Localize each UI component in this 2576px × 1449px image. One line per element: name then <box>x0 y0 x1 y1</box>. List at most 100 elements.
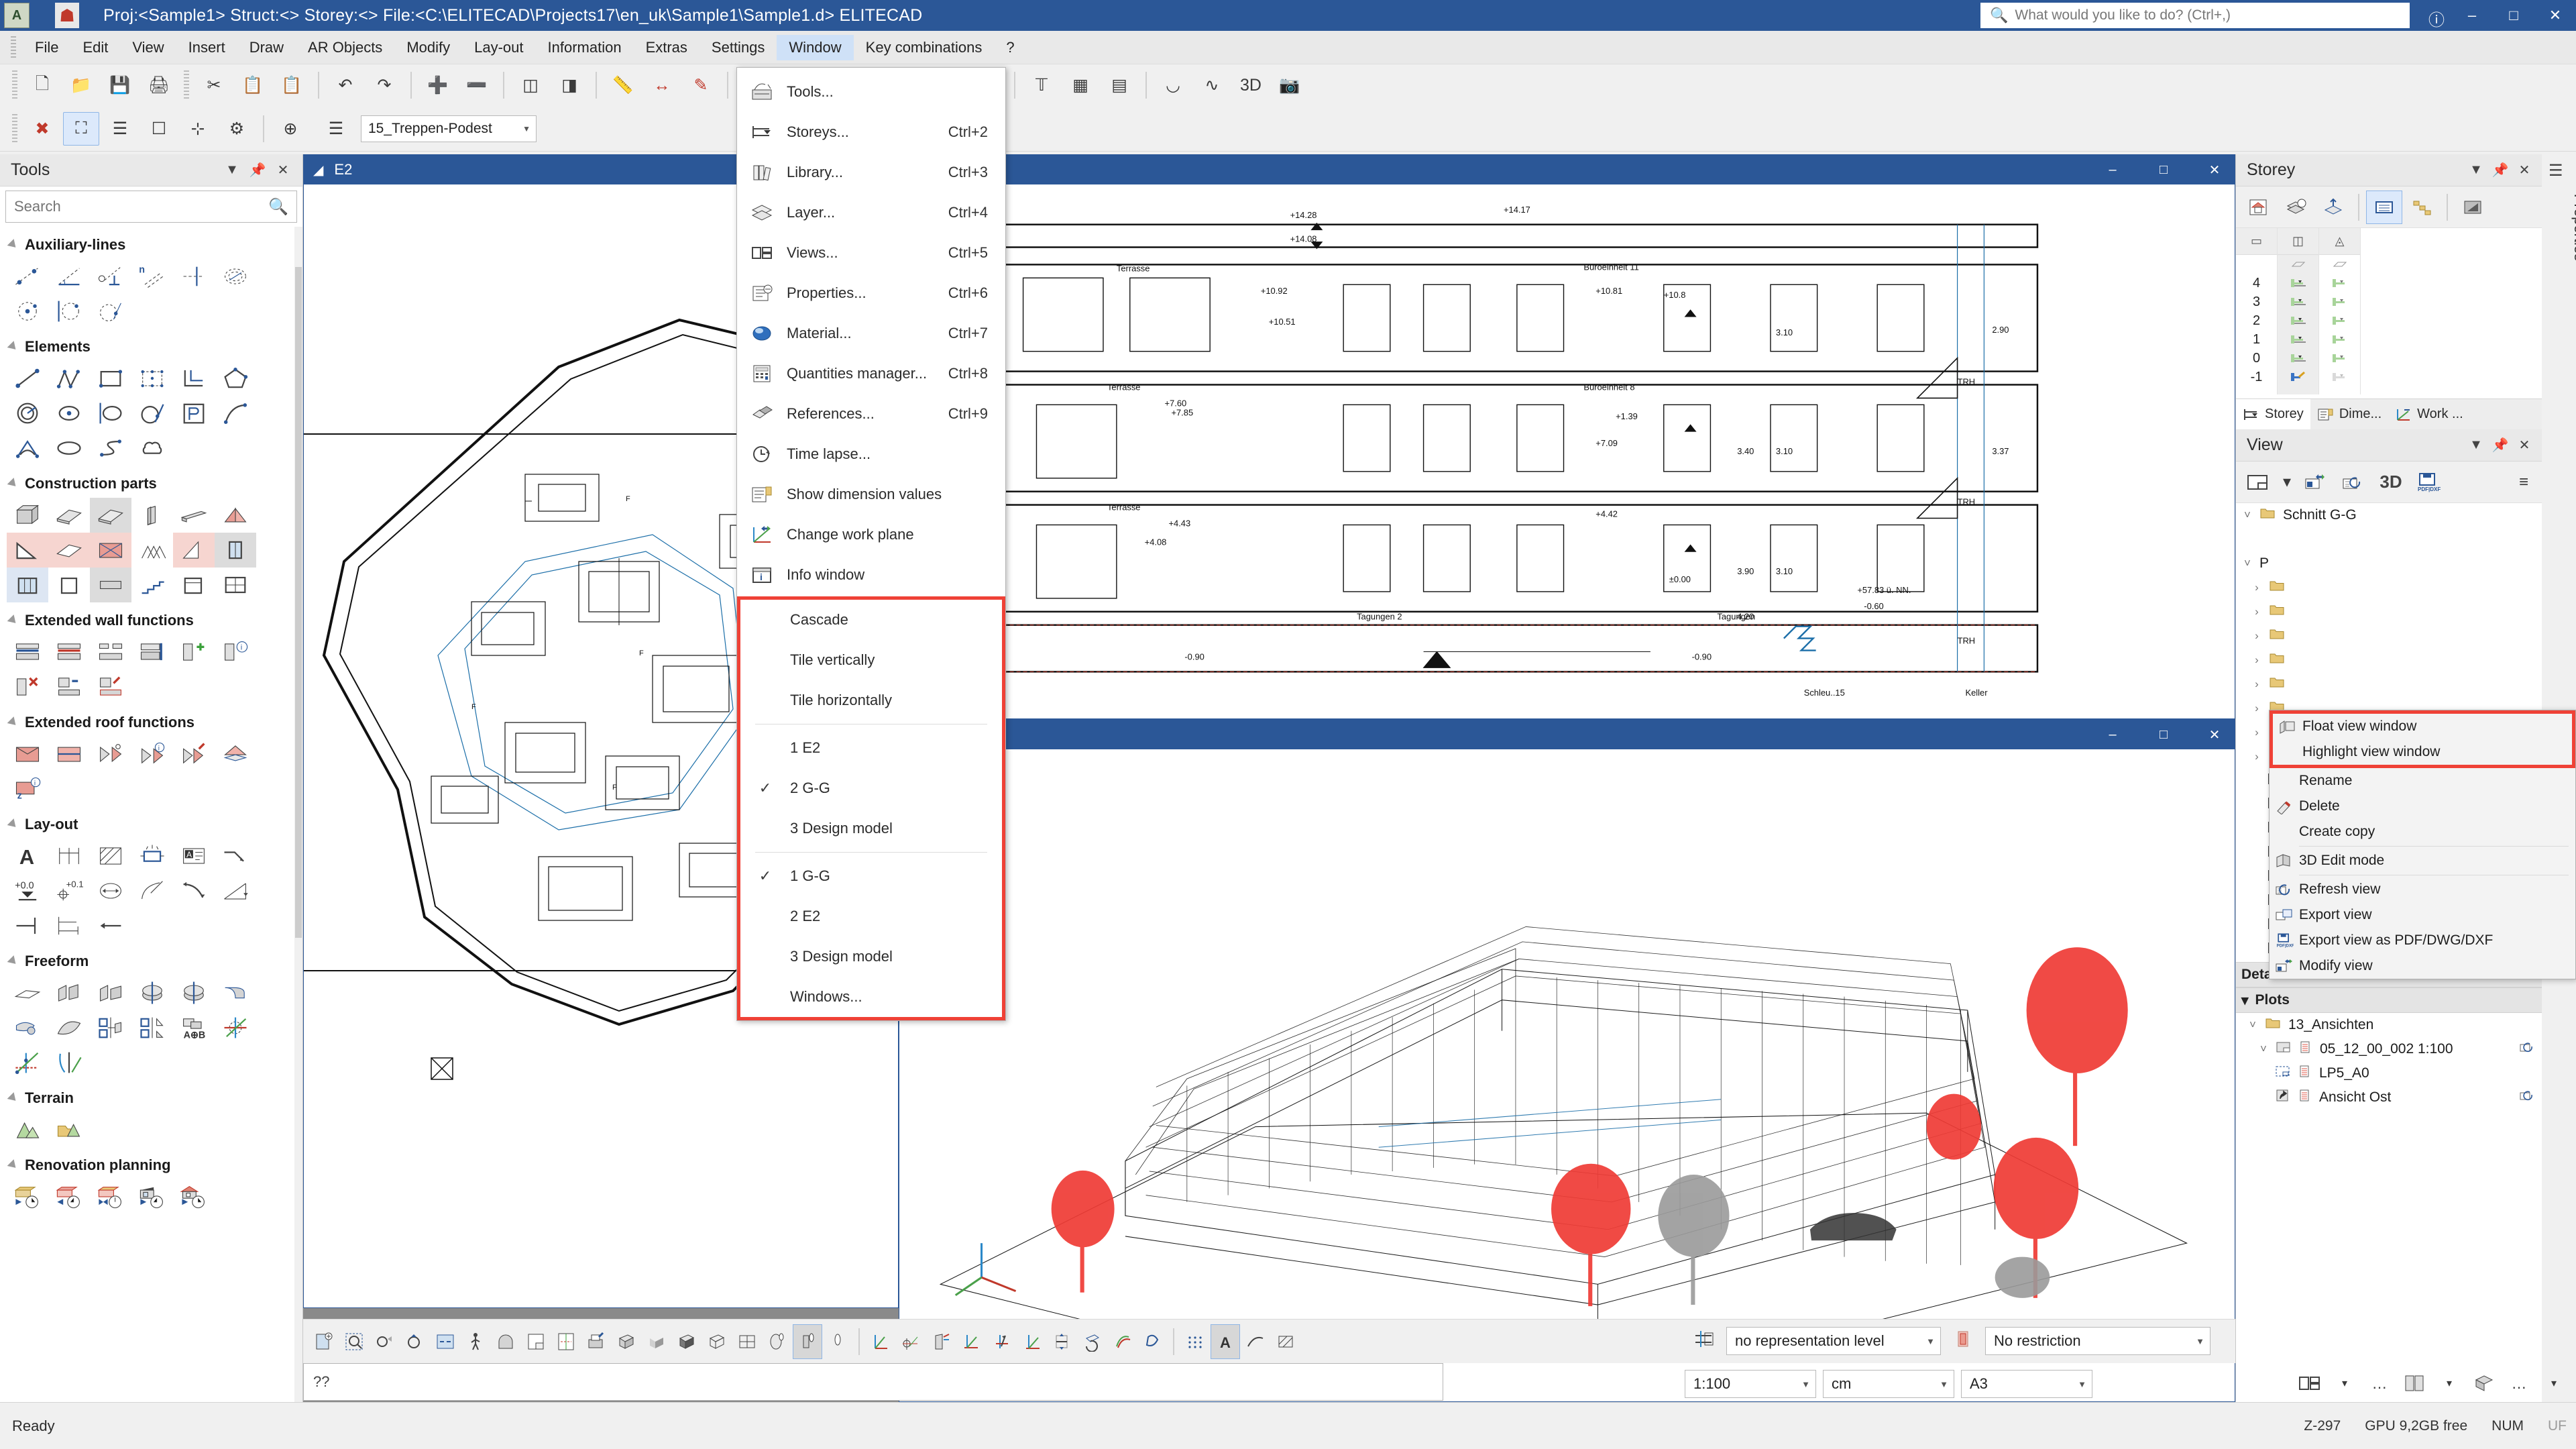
storey-row-label[interactable]: 4 <box>2236 274 2277 292</box>
context-item-modify-view[interactable]: Modify view <box>2270 953 2575 979</box>
text-tool-icon[interactable]: 𝕋 <box>1023 68 1060 102</box>
roof-edge-icon[interactable] <box>173 533 215 568</box>
restriction-select[interactable]: No restriction ▼ <box>1985 1327 2210 1355</box>
chevron-down-icon[interactable]: ˅ <box>2245 1018 2260 1032</box>
ordinate-dim-icon[interactable] <box>7 908 48 943</box>
view-dropdown-icon[interactable]: ▾ <box>2278 466 2296 499</box>
command-line[interactable]: ?? <box>303 1363 1443 1401</box>
leader-icon[interactable] <box>215 839 256 873</box>
zoom-fit-icon[interactable] <box>400 1324 430 1359</box>
menu-item-tools[interactable]: Tools... <box>737 72 1005 112</box>
chevron-right-icon[interactable]: › <box>2249 750 2264 763</box>
roof-slab-combo-icon[interactable] <box>215 737 256 771</box>
plots-node-13-ansichten[interactable]: ˅ 13_Ansichten <box>2236 1013 2542 1037</box>
more-options-icon[interactable]: … <box>2504 1368 2534 1399</box>
snap-icon[interactable]: ⊹ <box>180 112 216 146</box>
roof-edit-icon[interactable] <box>173 737 215 771</box>
slab-icon[interactable] <box>48 498 90 533</box>
shading-grid-icon[interactable] <box>732 1324 762 1359</box>
window-element-icon[interactable] <box>215 533 256 568</box>
menu-grip[interactable] <box>11 36 16 59</box>
zoom-all-icon[interactable] <box>310 1324 339 1359</box>
snap-grid-icon[interactable] <box>1180 1324 1210 1359</box>
select-tool-icon[interactable]: ⛶ <box>63 112 99 146</box>
storey-swap-icon[interactable] <box>2278 191 2314 224</box>
wall-info-icon[interactable]: i <box>215 635 256 669</box>
radius-icon[interactable] <box>131 873 173 908</box>
storey-marker[interactable] <box>2319 292 2360 311</box>
menu-item-material[interactable]: Material... Ctrl+7 <box>737 313 1005 354</box>
eraser-icon[interactable]: ✎ <box>683 68 719 102</box>
tab-dimension[interactable]: Dime... <box>2310 399 2388 430</box>
tree-node-child[interactable] <box>2236 527 2542 551</box>
concentric-circle-icon[interactable] <box>7 396 48 431</box>
spline-icon[interactable] <box>90 431 131 466</box>
axis-system-icon[interactable] <box>215 1010 256 1045</box>
print-preview-icon[interactable] <box>581 1324 611 1359</box>
renovation-demolish-icon[interactable] <box>48 1179 90 1214</box>
hatch-icon[interactable]: ▦ <box>1062 68 1099 102</box>
layers-stack-icon[interactable]: ☰ <box>102 112 138 146</box>
menu-item-window-2-gg[interactable]: ✓ 2 G-G <box>740 768 1002 808</box>
menu-item-view-2-e2[interactable]: 2 E2 <box>740 896 1002 936</box>
label-icon[interactable]: A <box>173 839 215 873</box>
wall-delete-icon[interactable] <box>7 669 48 704</box>
roof-cut-icon[interactable] <box>90 737 131 771</box>
curve-mode-icon[interactable] <box>1241 1324 1270 1359</box>
rectangle-select-icon[interactable]: ☐ <box>141 112 177 146</box>
loft-icon[interactable] <box>7 1010 48 1045</box>
storey-marker[interactable] <box>2278 274 2318 292</box>
storey-marker[interactable] <box>2278 311 2318 330</box>
menu-edit[interactable]: Edit <box>70 35 120 60</box>
pin-icon[interactable]: 📌 <box>2488 437 2512 453</box>
group-auxiliary-lines[interactable]: Auxiliary-lines <box>0 227 294 259</box>
text-mode-icon[interactable]: A <box>1211 1324 1240 1359</box>
view-axis-1-icon[interactable] <box>866 1324 895 1359</box>
group-construction-parts[interactable]: Construction parts <box>0 466 294 498</box>
plots-node-ansicht-ost[interactable]: Ansicht Ost <box>2236 1085 2542 1110</box>
aux-circle-center-icon[interactable] <box>7 294 48 329</box>
menu-information[interactable]: Information <box>536 35 634 60</box>
menu-item-properties[interactable]: Properties... Ctrl+6 <box>737 273 1005 313</box>
boolean-subtract-icon[interactable] <box>131 1010 173 1045</box>
storey-marker[interactable] <box>2278 330 2318 349</box>
shading-solid-icon[interactable] <box>642 1324 671 1359</box>
menu-item-window-1-e2[interactable]: 1 E2 <box>740 728 1002 768</box>
help-icon[interactable]: ⓘ <box>2428 7 2445 30</box>
pin-icon[interactable]: 📌 <box>245 162 270 178</box>
wall-top-blue-icon[interactable] <box>7 635 48 669</box>
context-item-refresh-view[interactable]: Refresh view <box>2270 877 2575 902</box>
zoom-previous-icon[interactable] <box>370 1324 400 1359</box>
storey-row-label[interactable]: 0 <box>2236 349 2277 368</box>
menu-item-tile-vertically[interactable]: Tile vertically <box>740 640 1002 680</box>
light-ambient-icon[interactable] <box>823 1324 852 1359</box>
polygon-icon[interactable] <box>215 361 256 396</box>
menu-key-combinations[interactable]: Key combinations <box>854 35 995 60</box>
menu-help[interactable]: ? <box>994 35 1026 60</box>
cut-icon[interactable]: ✂ <box>196 68 232 102</box>
view-top-icon[interactable] <box>956 1324 986 1359</box>
tools-search-box[interactable]: 🔍 <box>5 191 297 223</box>
menu-item-windows-dialog[interactable]: Windows... <box>740 977 1002 1017</box>
open-file-icon[interactable]: 📁 <box>63 68 99 102</box>
polyline-icon[interactable] <box>48 361 90 396</box>
pan-icon[interactable] <box>1137 1324 1167 1359</box>
group-extended-wall-functions[interactable]: Extended wall functions <box>0 602 294 635</box>
column-icon[interactable] <box>131 498 173 533</box>
menu-item-layer[interactable]: Layer... Ctrl+4 <box>737 193 1005 233</box>
context-item-highlight-view-window[interactable]: Highlight view window <box>2273 739 2572 765</box>
close-icon[interactable]: ✕ <box>2512 437 2536 453</box>
menu-insert[interactable]: Insert <box>176 35 237 60</box>
ellipse-icon[interactable] <box>48 431 90 466</box>
restriction-icon[interactable] <box>1949 1329 1977 1354</box>
dimension-icon[interactable] <box>48 839 90 873</box>
cube-icon[interactable] <box>7 498 48 533</box>
arc-angle-icon[interactable] <box>7 431 48 466</box>
view-arrow-icon[interactable] <box>987 1324 1016 1359</box>
document-window-3d[interactable]: – □ ✕ <box>899 719 2235 1402</box>
aux-line-2points-icon[interactable] <box>7 259 48 294</box>
close-icon[interactable]: ✕ <box>2512 162 2536 178</box>
refresh-icon[interactable] <box>2519 1040 2542 1058</box>
dimension-line-icon[interactable]: ↔ <box>644 68 680 102</box>
menu-item-views[interactable]: Views... Ctrl+5 <box>737 233 1005 273</box>
